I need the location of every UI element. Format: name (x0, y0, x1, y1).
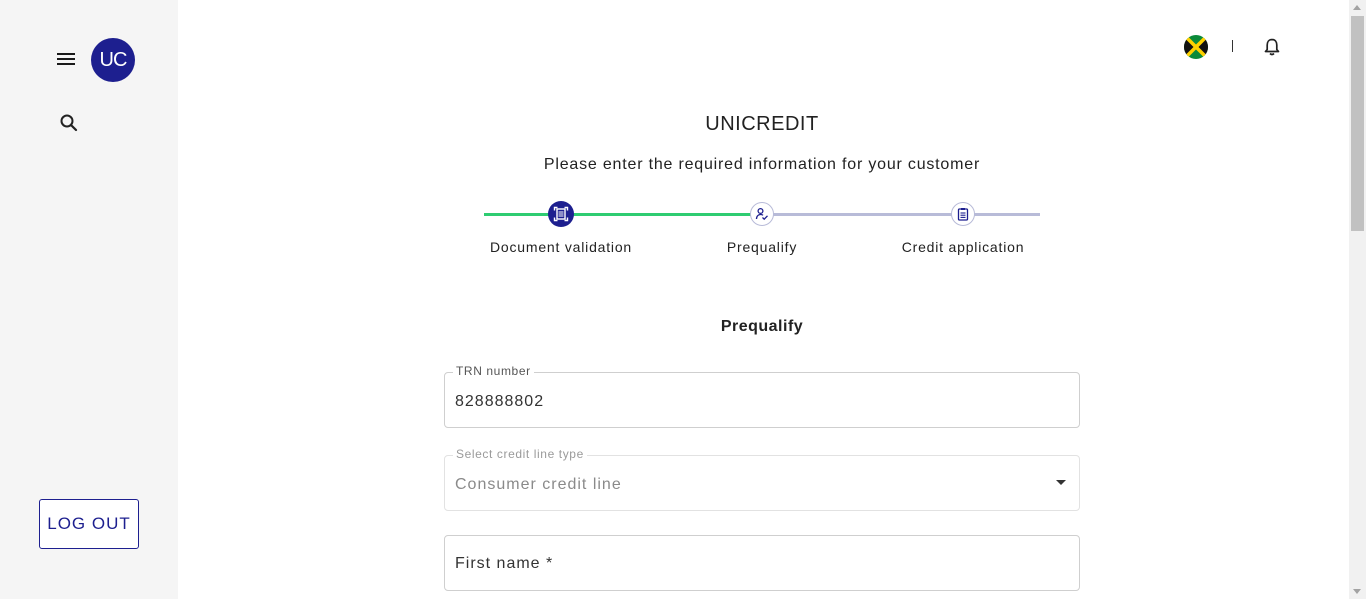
menu-icon[interactable] (56, 50, 78, 68)
logo-text: UC (99, 48, 128, 71)
credit-line-type-label: Select credit line type (453, 447, 587, 461)
step-label-credit-application: Credit application (901, 239, 1025, 255)
trn-number-value: 828888802 (455, 393, 545, 410)
first-name-field[interactable]: First name * (444, 535, 1080, 591)
page-title: UNICREDIT (705, 113, 819, 135)
clipboard-icon[interactable] (951, 202, 975, 226)
trn-number-label: TRN number (453, 364, 534, 378)
credit-line-type-value: Consumer credit line (455, 476, 622, 493)
page-subtitle: Please enter the required information fo… (543, 156, 981, 173)
app-logo[interactable]: UC (91, 38, 135, 82)
document-scan-icon[interactable] (548, 201, 574, 227)
stepper-line-done (484, 213, 761, 216)
first-name-placeholder: First name * (455, 555, 554, 572)
user-check-icon[interactable] (750, 202, 774, 226)
stepper-line-pending (761, 213, 1040, 216)
page-scrollbar[interactable] (1349, 0, 1366, 599)
logout-button[interactable]: LOG OUT (39, 499, 139, 549)
bell-icon[interactable] (1262, 37, 1282, 57)
credit-line-type-select[interactable]: Select credit line type Consumer credit … (444, 447, 1080, 511)
section-title: Prequalify (720, 318, 804, 335)
jamaica-flag-icon[interactable] (1184, 35, 1208, 59)
logout-label: LOG OUT (47, 514, 131, 533)
trn-number-field[interactable]: TRN number 828888802 (444, 364, 1080, 428)
scroll-down-arrow[interactable] (1353, 589, 1361, 594)
scroll-up-arrow[interactable] (1353, 5, 1361, 10)
dropdown-arrow-icon[interactable] (1056, 480, 1066, 485)
header-divider (1232, 40, 1233, 52)
sidebar: UC LOG OUT (0, 0, 178, 599)
step-label-document-validation: Document validation (489, 239, 633, 255)
progress-stepper: Document validation Prequalify Credit ap… (484, 200, 1044, 260)
step-label-prequalify: Prequalify (726, 239, 798, 255)
